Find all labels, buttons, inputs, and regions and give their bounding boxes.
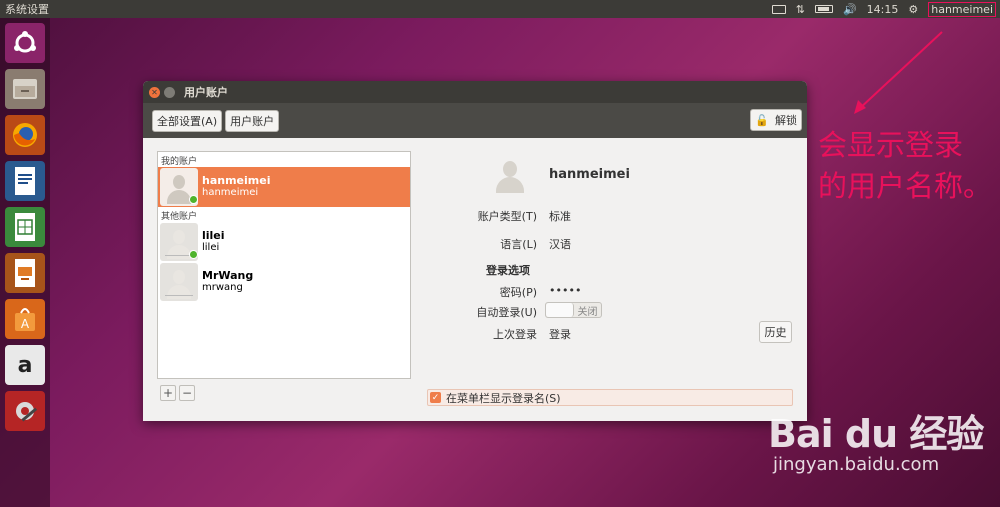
ubuntu-logo-icon[interactable] xyxy=(5,23,45,63)
password-value[interactable]: ••••• xyxy=(549,284,581,297)
account-type-label: 账户类型(T) xyxy=(477,210,537,223)
user-accounts-breadcrumb[interactable]: 用户账户 xyxy=(225,109,280,132)
window-title: 用户账户 xyxy=(184,86,228,99)
app-title: 系统设置 xyxy=(5,3,49,16)
user-list: 我的账户 hanmeimei hanmeimei 其他账户 lilei lile… xyxy=(157,151,411,379)
my-account-header: 我的账户 xyxy=(161,157,198,167)
auto-login-switch-state: 关闭 xyxy=(577,306,598,318)
libreoffice-writer-icon[interactable] xyxy=(5,161,45,201)
minimize-icon[interactable] xyxy=(164,86,175,98)
watermark-logo: Bai du 经验 xyxy=(768,412,984,456)
libreoffice-impress-icon[interactable] xyxy=(5,253,45,293)
other-accounts-header: 其他账户 xyxy=(161,212,198,222)
software-center-icon[interactable]: A xyxy=(5,299,45,339)
online-status-icon xyxy=(189,195,198,204)
svg-text:A: A xyxy=(21,317,30,331)
language-value[interactable]: 汉语 xyxy=(549,236,571,252)
close-icon[interactable]: ✕ xyxy=(149,86,160,98)
launcher: A a xyxy=(0,18,50,507)
amazon-icon[interactable]: a xyxy=(5,345,45,385)
firefox-icon[interactable] xyxy=(5,115,45,155)
clock[interactable]: 14:15 xyxy=(867,3,899,16)
auto-login-switch[interactable]: 关闭 xyxy=(545,302,602,318)
avatar xyxy=(160,223,198,261)
last-login-value: 登录 xyxy=(549,328,571,341)
history-button[interactable]: 历史 xyxy=(759,321,792,343)
detail-avatar[interactable] xyxy=(492,159,528,195)
user-row-lilei[interactable]: lilei lilei xyxy=(158,222,410,262)
show-login-name-label: 在菜单栏显示登录名(S) xyxy=(446,391,561,405)
indicator-area: ⇅ 🔊 14:15 ⚙ hanmeimei xyxy=(771,0,1000,18)
unlock-label: 解锁 xyxy=(775,114,797,127)
battery-icon[interactable] xyxy=(814,5,833,13)
user-login-name: mrwang xyxy=(202,282,243,293)
gear-icon[interactable]: ⚙ xyxy=(908,3,918,16)
user-display-name: hanmeimei xyxy=(202,174,271,187)
unlock-button[interactable]: 🔓 解锁 xyxy=(750,109,802,131)
auto-login-label: 自动登录(U) xyxy=(476,306,537,319)
user-display-name: lilei xyxy=(202,229,225,242)
session-user-name[interactable]: hanmeimei xyxy=(928,1,996,17)
network-icon[interactable]: ⇅ xyxy=(796,3,805,16)
add-user-button[interactable]: + xyxy=(160,385,176,401)
avatar xyxy=(160,263,198,301)
online-status-icon xyxy=(189,250,198,259)
lock-icon: 🔓 xyxy=(755,113,769,127)
window-titlebar[interactable]: ✕ 用户账户 xyxy=(143,81,807,103)
top-panel: 系统设置 ⇅ 🔊 14:15 ⚙ hanmeimei xyxy=(0,0,1000,18)
libreoffice-calc-icon[interactable] xyxy=(5,207,45,247)
password-label: 密码(P) xyxy=(499,286,537,299)
annotation-text: 会显示登录 的用户名称。 xyxy=(818,125,992,207)
window-toolbar: 全部设置(A) 用户账户 xyxy=(143,103,807,138)
login-options-heading: 登录选项 xyxy=(486,264,530,277)
volume-icon[interactable]: 🔊 xyxy=(843,3,857,16)
user-list-footer: + − xyxy=(157,381,411,404)
account-type-value[interactable]: 标准 xyxy=(549,208,571,224)
user-row-hanmeimei[interactable]: hanmeimei hanmeimei xyxy=(158,167,410,207)
annotation-line-2: 的用户名称。 xyxy=(818,169,993,203)
files-icon[interactable] xyxy=(5,69,45,109)
keyboard-icon[interactable] xyxy=(771,4,786,14)
annotation-line-1: 会显示登录 xyxy=(818,128,964,162)
baidu-jingyan-watermark: Bai du 经验 jingyan.baidu.com xyxy=(768,403,984,475)
annotation-arrow xyxy=(854,31,943,114)
avatar xyxy=(160,168,198,206)
last-login-label: 上次登录 xyxy=(493,328,537,341)
system-settings-icon[interactable] xyxy=(5,391,45,431)
user-accounts-window: ✕ 用户账户 全部设置(A) 用户账户 🔓 解锁 我的账户 hanmeimei … xyxy=(143,81,807,421)
all-settings-button[interactable]: 全部设置(A) xyxy=(152,109,223,132)
user-login-name: hanmeimei xyxy=(202,187,259,198)
user-row-mrwang[interactable]: MrWang mrwang xyxy=(158,262,410,302)
show-login-name-checkbox[interactable]: ✓ xyxy=(430,392,441,403)
detail-user-name[interactable]: hanmeimei xyxy=(549,167,630,182)
show-login-name-option[interactable]: ✓ 在菜单栏显示登录名(S) xyxy=(427,389,793,406)
user-login-name: lilei xyxy=(202,242,220,253)
language-label: 语言(L) xyxy=(500,238,537,251)
user-display-name: MrWang xyxy=(202,269,254,282)
remove-user-button[interactable]: − xyxy=(179,385,195,401)
